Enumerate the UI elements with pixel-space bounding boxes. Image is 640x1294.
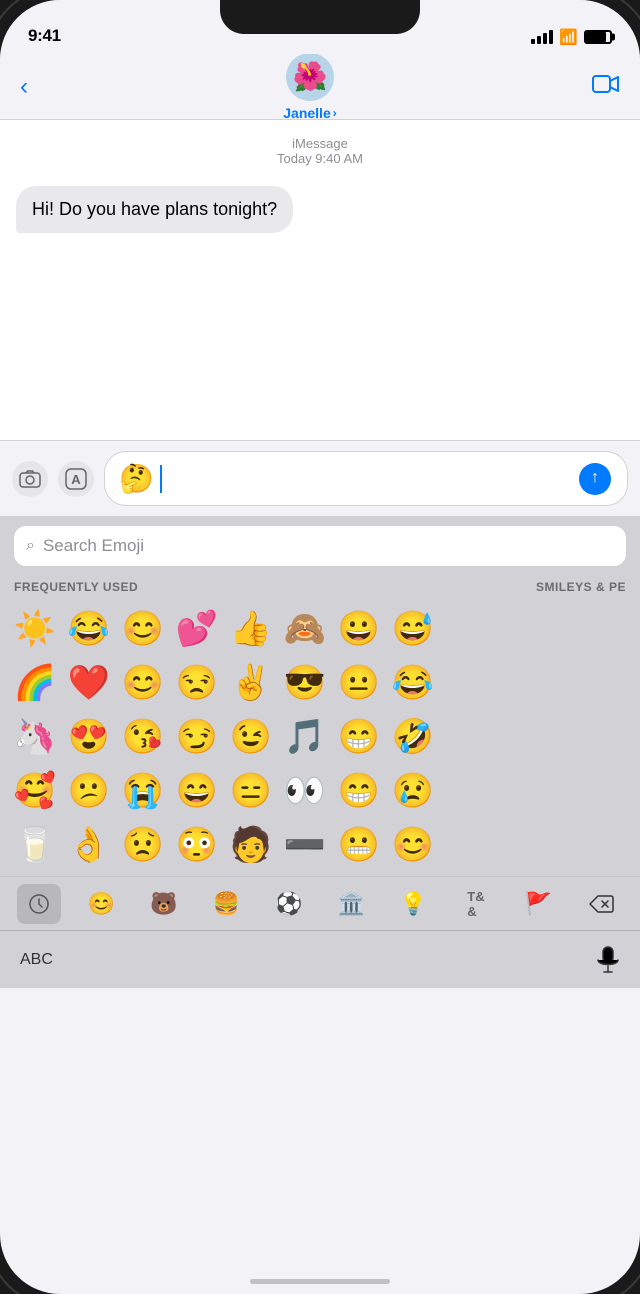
emoji-hearts[interactable]: 💕 [170, 602, 224, 656]
video-call-button[interactable] [592, 73, 620, 101]
emoji-tab-smileys[interactable]: 😊 [80, 884, 124, 924]
emoji-tears[interactable]: 🤣 [386, 710, 440, 764]
contact-chevron: › [333, 106, 337, 120]
emoji-ok[interactable]: 👌 [62, 818, 116, 872]
emoji-peace[interactable]: ✌️ [224, 656, 278, 710]
microphone-icon[interactable] [596, 946, 620, 974]
app-button[interactable]: A [58, 461, 94, 497]
emoji-blush[interactable]: 😊 [386, 818, 440, 872]
emoji-unamused[interactable]: 😒 [170, 656, 224, 710]
emoji-tab-objects[interactable]: 💡 [392, 884, 436, 924]
back-button[interactable]: ‹ [20, 73, 28, 101]
message-input[interactable]: 🤔 ↑ [104, 451, 628, 506]
emoji-eyes[interactable]: 👀 [278, 764, 332, 818]
contact-avatar: 🌺 [286, 53, 334, 101]
emoji-person[interactable]: 🧑 [224, 818, 278, 872]
signal-icon [531, 30, 553, 44]
frequently-used-label: FREQUENTLY USED [14, 580, 138, 594]
emoji-row-2: 🌈 ❤️ 😊 😒 ✌️ 😎 😐 😂 [8, 656, 632, 710]
emoji-sweat[interactable]: 😅 [386, 602, 440, 656]
emoji-surprised[interactable]: 😳 [170, 818, 224, 872]
emoji-lovesmile[interactable]: 🥰 [8, 764, 62, 818]
emoji-grimace[interactable]: 😬 [332, 818, 386, 872]
emoji-section-headers: FREQUENTLY USED SMILEYS & PE [0, 574, 640, 598]
status-icons: 📶 [531, 28, 612, 46]
emoji-neutral[interactable]: 😐 [332, 656, 386, 710]
emoji-tab-food[interactable]: 🍔 [204, 884, 248, 924]
emoji-wink[interactable]: 😉 [224, 710, 278, 764]
abc-label[interactable]: ABC [20, 951, 53, 969]
emoji-grin[interactable]: 😀 [332, 602, 386, 656]
emoji-beam[interactable]: 😁 [332, 710, 386, 764]
emoji-row-5: 🥛 👌 😟 😳 🧑 ➖ 😬 😊 [8, 818, 632, 872]
emoji-tab-recent[interactable] [17, 884, 61, 924]
emoji-worried[interactable]: 😟 [116, 818, 170, 872]
emoji-keyboard: ⌕ Search Emoji FREQUENTLY USED SMILEYS &… [0, 516, 640, 988]
send-arrow-icon: ↑ [591, 469, 599, 487]
emoji-cry[interactable]: 😢 [386, 764, 440, 818]
text-cursor [160, 465, 162, 493]
emoji-smile2[interactable]: 😊 [116, 656, 170, 710]
emoji-minus[interactable]: ➖ [278, 818, 332, 872]
emoji-row-3: 🦄 😍 😘 😏 😉 🎵 😁 🤣 [8, 710, 632, 764]
smileys-label: SMILEYS & PE [536, 580, 626, 594]
message-bubble: Hi! Do you have plans tonight? [16, 186, 293, 233]
home-indicator [250, 1279, 390, 1284]
emoji-smile[interactable]: 😊 [116, 602, 170, 656]
battery-icon [584, 30, 612, 44]
nav-center[interactable]: 🌺 Janelle › [283, 53, 336, 121]
emoji-grid: ☀️ 😂 😊 💕 👍 🙈 😀 😅 🌈 ❤️ 😊 😒 ✌️ 😎 😐 😂 [0, 598, 640, 876]
emoji-unicorn[interactable]: 🦄 [8, 710, 62, 764]
search-icon: ⌕ [26, 537, 35, 555]
emoji-crying[interactable]: 😭 [116, 764, 170, 818]
emoji-delete-button[interactable] [579, 884, 623, 924]
emoji-smirk[interactable]: 😏 [170, 710, 224, 764]
emoji-confused[interactable]: 😕 [62, 764, 116, 818]
wifi-icon: 📶 [559, 28, 578, 46]
emoji-lovestruck[interactable]: 😍 [62, 710, 116, 764]
emoji-cool[interactable]: 😎 [278, 656, 332, 710]
emoji-bigsmile[interactable]: 😁 [332, 764, 386, 818]
emoji-sun[interactable]: ☀️ [8, 602, 62, 656]
emoji-thumbsup[interactable]: 👍 [224, 602, 278, 656]
emoji-rainbow[interactable]: 🌈 [8, 656, 62, 710]
message-service-label: iMessage [16, 136, 624, 151]
emoji-expressionless[interactable]: 😑 [224, 764, 278, 818]
emoji-search-container: ⌕ Search Emoji [0, 516, 640, 574]
emoji-music[interactable]: 🎵 [278, 710, 332, 764]
message-meta: iMessage Today 9:40 AM [16, 136, 624, 166]
input-row: A 🤔 ↑ [0, 440, 640, 516]
status-time: 9:41 [28, 26, 61, 46]
emoji-milk[interactable]: 🥛 [8, 818, 62, 872]
message-input-content: 🤔 [119, 462, 579, 495]
emoji-kiss[interactable]: 😘 [116, 710, 170, 764]
contact-name: Janelle › [283, 105, 336, 121]
emoji-tab-bar: 😊 🐻 🍔 ⚽ 🏛️ 💡 T&& 🚩 [0, 876, 640, 930]
message-time: Today 9:40 AM [16, 151, 624, 166]
messages-area: iMessage Today 9:40 AM Hi! Do you have p… [0, 120, 640, 440]
emoji-tab-animals[interactable]: 🐻 [142, 884, 186, 924]
camera-button[interactable] [12, 461, 48, 497]
message-bubble-wrap: Hi! Do you have plans tonight? [16, 186, 624, 233]
emoji-heart[interactable]: ❤️ [62, 656, 116, 710]
emoji-tab-travel[interactable]: 🏛️ [329, 884, 373, 924]
emoji-tab-symbols[interactable]: T&& [454, 884, 498, 924]
svg-text:A: A [71, 472, 81, 487]
abc-bar: ABC [0, 930, 640, 988]
emoji-laugh[interactable]: 😄 [170, 764, 224, 818]
emoji-search-bar[interactable]: ⌕ Search Emoji [14, 526, 626, 566]
emoji-rofl[interactable]: 😂 [386, 656, 440, 710]
phone-frame: 9:41 📶 ‹ 🌺 Janelle › [0, 0, 640, 1294]
emoji-row-4: 🥰 😕 😭 😄 😑 👀 😁 😢 [8, 764, 632, 818]
send-button[interactable]: ↑ [579, 463, 611, 495]
emoji-tab-flags[interactable]: 🚩 [516, 884, 560, 924]
notch [220, 0, 420, 34]
emoji-seemonkey[interactable]: 🙈 [278, 602, 332, 656]
emoji-search-input[interactable]: Search Emoji [43, 536, 144, 556]
nav-bar: ‹ 🌺 Janelle › [0, 54, 640, 120]
emoji-tab-sports[interactable]: ⚽ [267, 884, 311, 924]
emoji-lol[interactable]: 😂 [62, 602, 116, 656]
emoji-row-1: ☀️ 😂 😊 💕 👍 🙈 😀 😅 [8, 602, 632, 656]
